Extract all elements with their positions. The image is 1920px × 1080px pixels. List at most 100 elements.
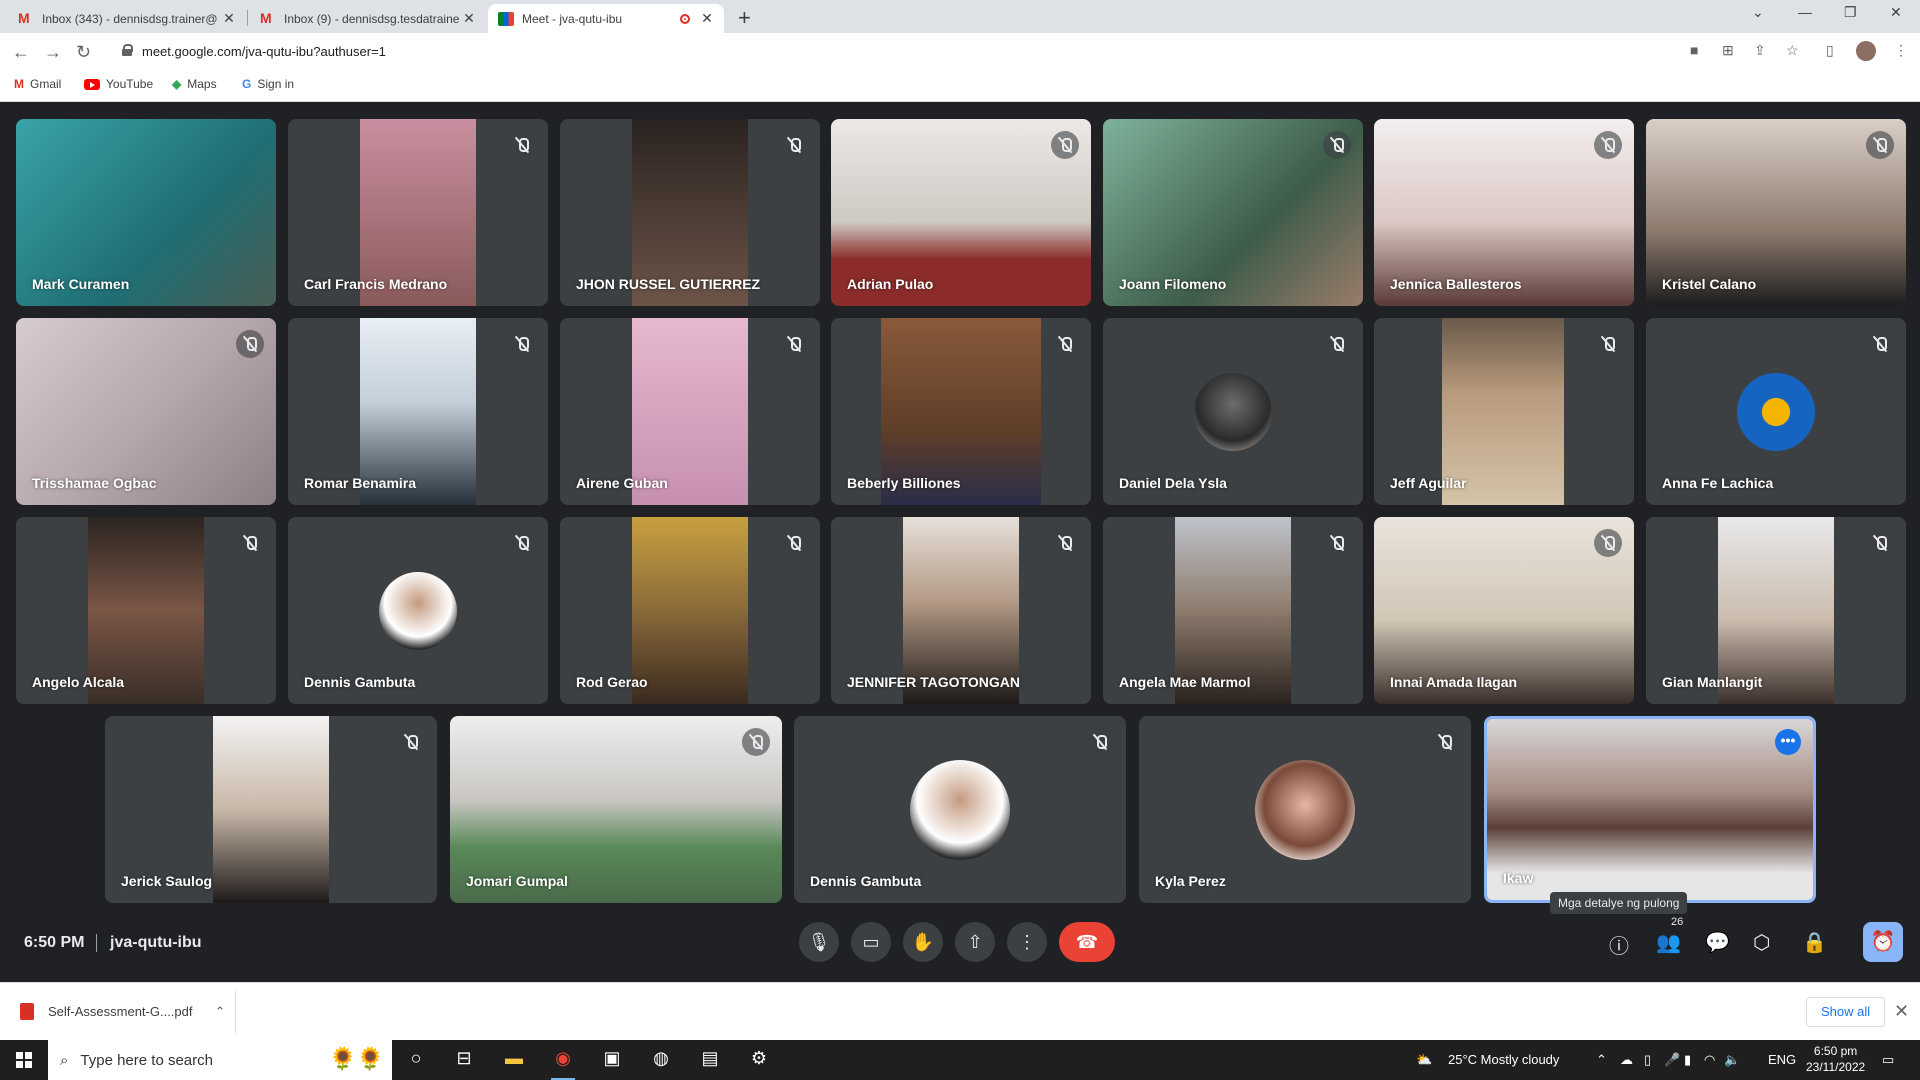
- participant-tile[interactable]: Angelo Alcala: [16, 517, 276, 704]
- minimize-icon[interactable]: —: [1798, 4, 1812, 20]
- participant-tile[interactable]: Joann Filomeno: [1103, 119, 1363, 306]
- wifi-icon[interactable]: ◠: [1704, 1052, 1715, 1068]
- onedrive-icon[interactable]: ☁: [1620, 1052, 1633, 1068]
- gmail-icon: M: [14, 77, 24, 91]
- app-icon[interactable]: ▣: [598, 1048, 626, 1072]
- participant-tile[interactable]: Trisshamae Ogbac: [16, 318, 276, 505]
- camera-icon[interactable]: ■: [1690, 42, 1698, 58]
- participant-tile[interactable]: Dennis Gambuta: [794, 716, 1126, 903]
- tab-search-icon[interactable]: ⌄: [1752, 4, 1764, 21]
- participant-tile[interactable]: Anna Fe Lachica: [1646, 318, 1906, 505]
- participant-name: Trisshamae Ogbac: [32, 475, 157, 491]
- camera-button[interactable]: ▭: [851, 922, 891, 962]
- participant-tile[interactable]: Carl Francis Medrano: [288, 119, 548, 306]
- menu-icon[interactable]: ⋮: [1894, 42, 1908, 59]
- participant-tile[interactable]: Jeff Aguilar: [1374, 318, 1634, 505]
- participant-tile[interactable]: Adrian Pulao: [831, 119, 1091, 306]
- download-item[interactable]: Self-Assessment-G....pdf ⌃: [20, 1003, 225, 1020]
- chat-icon[interactable]: 💬: [1705, 930, 1730, 955]
- bookmark-youtube[interactable]: YouTube: [84, 77, 153, 91]
- participant-tile[interactable]: Dennis Gambuta: [288, 517, 548, 704]
- participant-tile[interactable]: Kyla Perez: [1139, 716, 1471, 903]
- close-icon[interactable]: ✕: [462, 10, 476, 27]
- device-icon[interactable]: ▯: [1644, 1052, 1651, 1068]
- participant-tile[interactable]: Kristel Calano: [1646, 119, 1906, 306]
- volume-icon[interactable]: 🔈: [1724, 1052, 1740, 1068]
- activities-icon[interactable]: ⬡: [1753, 930, 1770, 955]
- lock-icon[interactable]: [122, 44, 133, 56]
- raise-hand-button[interactable]: ✋: [903, 922, 943, 962]
- cortana-icon[interactable]: ○: [402, 1048, 430, 1072]
- bookmark-label: Maps: [187, 77, 217, 91]
- bookmark-star-icon[interactable]: ☆: [1786, 42, 1799, 59]
- task-view-icon[interactable]: ⊟: [450, 1048, 478, 1072]
- participant-tile[interactable]: Angela Mae Marmol: [1103, 517, 1363, 704]
- participant-tile[interactable]: Airene Guban: [560, 318, 820, 505]
- present-button[interactable]: ⇧: [955, 922, 995, 962]
- participant-tile[interactable]: Romar Benamira: [288, 318, 548, 505]
- app-icon[interactable]: ◍: [647, 1048, 675, 1072]
- participant-tile[interactable]: Innai Amada Ilagan: [1374, 517, 1634, 704]
- side-panel-icon[interactable]: ▯: [1826, 42, 1834, 59]
- translate-icon[interactable]: ⊞: [1722, 42, 1734, 59]
- close-icon[interactable]: ✕: [1894, 1001, 1909, 1022]
- participant-tile[interactable]: Rod Gerao: [560, 517, 820, 704]
- forward-icon[interactable]: →: [44, 42, 62, 63]
- people-icon[interactable]: 👥: [1656, 930, 1681, 955]
- bookmark-gmail[interactable]: M Gmail: [14, 77, 61, 91]
- app-icon[interactable]: ▤: [696, 1048, 724, 1072]
- taskbar-search[interactable]: ⌕ Type here to search 🌻🌻: [48, 1040, 392, 1080]
- participant-tile[interactable]: Mark Curamen: [16, 119, 276, 306]
- microphone-icon[interactable]: 🎤: [1664, 1052, 1680, 1068]
- participant-tile[interactable]: Jomari Gumpal: [450, 716, 782, 903]
- meeting-details-icon[interactable]: ⓘ: [1609, 930, 1629, 959]
- weather-icon[interactable]: ⛅: [1416, 1052, 1432, 1068]
- participant-tile[interactable]: Gian Manlangit: [1646, 517, 1906, 704]
- clock[interactable]: 6:50 pm 23/11/2022: [1806, 1043, 1865, 1075]
- battery-icon[interactable]: ▮: [1684, 1052, 1691, 1068]
- settings-icon[interactable]: ⚙: [745, 1048, 773, 1072]
- window-close-icon[interactable]: ✕: [1890, 4, 1902, 21]
- close-icon[interactable]: ✕: [700, 10, 714, 27]
- participant-name: Beberly Billiones: [847, 475, 961, 491]
- alarm-icon[interactable]: ⏰: [1863, 922, 1903, 962]
- participant-tile[interactable]: Jerick Saulog: [105, 716, 437, 903]
- maximize-icon[interactable]: ❐: [1844, 4, 1857, 21]
- profile-avatar[interactable]: [1856, 41, 1876, 61]
- share-icon[interactable]: ⇪: [1754, 42, 1766, 59]
- self-tile[interactable]: ••• Ikaw: [1484, 716, 1816, 903]
- address-bar[interactable]: meet.google.com/jva-qutu-ibu?authuser=1: [112, 37, 1760, 67]
- participant-name: Angelo Alcala: [32, 674, 125, 690]
- download-shelf: Self-Assessment-G....pdf ⌃ Show all ✕: [0, 982, 1920, 1040]
- chevron-up-icon[interactable]: ⌃: [1596, 1052, 1607, 1068]
- participant-tile[interactable]: Beberly Billiones: [831, 318, 1091, 505]
- tab-gmail-2[interactable]: Inbox (9) - dennisdsg.tesdatraine ✕: [250, 4, 486, 33]
- notification-icon[interactable]: ▭: [1882, 1052, 1894, 1068]
- chevron-up-icon[interactable]: ⌃: [215, 1004, 226, 1020]
- tab-meet[interactable]: Meet - jva-qutu-ibu ✕: [488, 4, 724, 33]
- bookmark-maps[interactable]: ◆ Maps: [172, 77, 217, 91]
- new-tab-icon[interactable]: +: [738, 5, 751, 31]
- participant-name: Adrian Pulao: [847, 276, 934, 292]
- show-all-button[interactable]: Show all: [1806, 997, 1886, 1027]
- leave-call-button[interactable]: ☎: [1059, 922, 1115, 962]
- file-explorer-icon[interactable]: ▬: [500, 1048, 528, 1072]
- participant-tile[interactable]: Daniel Dela Ysla: [1103, 318, 1363, 505]
- participant-tile[interactable]: JENNIFER TAGOTONGAN: [831, 517, 1091, 704]
- reload-icon[interactable]: ↻: [76, 42, 91, 63]
- windows-start-icon[interactable]: [16, 1052, 32, 1068]
- language-indicator[interactable]: ENG: [1768, 1052, 1796, 1067]
- microphone-button[interactable]: 🎙: [799, 922, 839, 962]
- more-options-button[interactable]: ⋮: [1007, 922, 1047, 962]
- weather-text[interactable]: 25°C Mostly cloudy: [1448, 1052, 1559, 1067]
- host-controls-icon[interactable]: 🔒: [1802, 930, 1827, 955]
- tab-gmail-1[interactable]: Inbox (343) - dennisdsg.trainer@ ✕: [8, 4, 246, 33]
- bookmark-sign-in[interactable]: G Sign in: [242, 77, 294, 91]
- participant-tile[interactable]: JHON RUSSEL GUTIERREZ: [560, 119, 820, 306]
- chrome-icon[interactable]: ◉: [549, 1048, 577, 1080]
- back-icon[interactable]: ←: [12, 42, 30, 63]
- participant-tile[interactable]: Jennica Ballesteros: [1374, 119, 1634, 306]
- more-options-icon[interactable]: •••: [1775, 729, 1801, 755]
- participant-avatar: [910, 759, 1010, 860]
- close-icon[interactable]: ✕: [222, 10, 236, 27]
